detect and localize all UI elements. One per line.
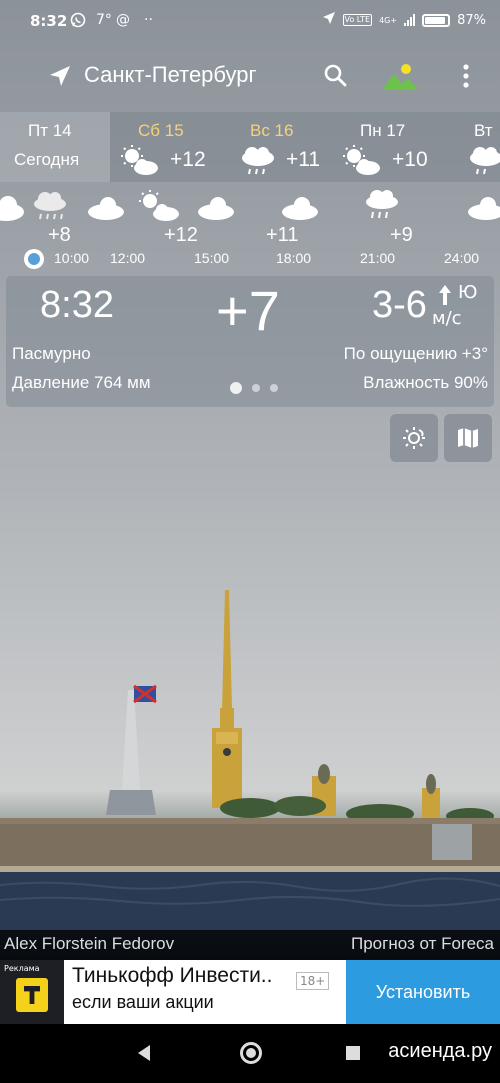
battery-percent: 87% [457,12,486,28]
network-type: 4G+ [379,15,398,25]
search-icon[interactable] [322,62,350,90]
cloud-icon [278,188,324,224]
day-name: Вт [474,121,493,140]
hourly-time: 24:00 [444,250,480,266]
background-photo [0,580,500,930]
page-indicator [230,382,278,394]
watermark: асиенда.ру [388,1040,492,1062]
cloud-icon [194,188,240,224]
current-time: 8:32 [40,284,114,326]
signal-icon [404,14,416,26]
hourly-forecast: +8 +12 +11 +9 10:00 12:00 15:00 18:00 21… [0,182,500,272]
rain-cloud-icon [28,188,74,224]
rain-cloud-icon [236,144,282,178]
day-tab-today[interactable]: Пт 14 Сегодня [0,112,110,182]
cloud-icon [84,188,130,224]
day-today-label: Сегодня [14,150,80,169]
hourly-time: 10:00 [54,250,90,266]
status-time: 8:32 [30,12,68,30]
map-button[interactable] [444,414,492,462]
home-icon[interactable] [240,1042,262,1064]
wind-direction: Ю [458,282,478,303]
day-temp: +12 [170,148,206,171]
hourly-temp: +8 [48,224,71,246]
day-tab-sat[interactable]: Сб 15 +12 [112,112,224,182]
more-menu-icon[interactable] [456,62,476,92]
hourly-temp: +9 [390,224,413,246]
hourly-temp: +12 [164,224,198,246]
day-name: Вс 16 [250,121,294,140]
status-more-dots: ·· [144,12,153,28]
photo-author[interactable]: Alex Florstein Fedorov [4,934,174,954]
ad-thumbnail[interactable]: Реклама [0,960,64,1024]
page-dot [252,384,260,392]
forecast-provider[interactable]: Прогноз от Foreca [351,934,494,954]
ad-install-button[interactable]: Установить [346,960,500,1024]
partly-cloudy-icon [118,144,164,178]
sun-cycle-icon [403,427,425,449]
photo-credits-bar: Alex Florstein Fedorov Прогноз от Foreca [0,930,500,960]
background-picture-icon[interactable] [380,60,420,92]
battery-icon [422,13,451,27]
page-dot-active [230,382,242,394]
condition: Пасмурно [12,344,91,363]
app-bar: Санкт-Петербург [0,52,500,100]
system-nav-bar: асиенда.ру [0,1024,500,1083]
location-arrow-icon[interactable] [48,64,72,88]
status-bar: 8:32 7° @ ·· Vo LTE 4G+ 87% [0,0,500,44]
volte-icon: Vo LTE [342,14,373,26]
sun-moon-button[interactable] [390,414,438,462]
current-time-marker [24,249,44,269]
hourly-time: 15:00 [194,250,230,266]
ad-banner[interactable]: Реклама Тинькофф Инвести.. 18+ если ваши… [0,960,500,1024]
day-tab-sun[interactable]: Вс 16 +11 [224,112,336,182]
day-temp: +11 [286,148,321,171]
day-temp: +10 [392,148,428,171]
day-tab-mon[interactable]: Пн 17 +10 [336,112,448,182]
day-name: Пт 14 [28,121,72,140]
day-name: Сб 15 [138,121,184,140]
rain-cloud-icon [360,188,406,224]
day-name: Пн 17 [360,121,406,140]
cloud-icon [0,188,28,224]
tinkoff-logo-icon [16,978,48,1012]
rain-cloud-icon [464,144,500,178]
hourly-time: 18:00 [276,250,312,266]
hourly-time: 12:00 [110,250,146,266]
humidity: Влажность 90% [363,373,488,392]
wind-unit: м/с [432,308,462,329]
location-active-icon [322,11,336,29]
ad-subtitle[interactable]: если ваши акции [72,992,214,1013]
cloud-icon [464,188,500,224]
whatsapp-icon [70,12,86,32]
partly-cloudy-icon [340,144,386,178]
map-icon [458,428,478,448]
city-name[interactable]: Санкт-Петербург [84,62,257,88]
feels-like: По ощущению +3° [343,344,488,363]
ad-age-rating: 18+ [296,972,330,990]
day-tab-tue[interactable]: Вт [448,112,500,182]
ad-label: Реклама [4,964,40,973]
partly-cloudy-icon [136,188,182,224]
pressure: Давление 764 мм [12,373,151,392]
current-weather-card[interactable]: 8:32 +7 3-6 Ю м/с Пасмурно По ощущению +… [6,276,494,407]
daily-forecast-row: Пт 14 Сегодня Сб 15 +12 Вс 16 +11 Пн 17 … [0,112,500,182]
recent-apps-icon[interactable] [346,1046,360,1060]
back-icon[interactable] [136,1044,152,1062]
hourly-time: 21:00 [360,250,396,266]
page-dot [270,384,278,392]
at-sign-icon: @ [116,12,130,28]
hourly-temp: +11 [266,224,299,246]
wind-direction-arrow-icon [438,284,452,306]
current-temp: +7 [216,279,280,342]
wind-speed: 3-6 [372,284,427,326]
ad-title[interactable]: Тинькофф Инвести.. [72,964,272,988]
status-temp: 7° [96,12,112,28]
